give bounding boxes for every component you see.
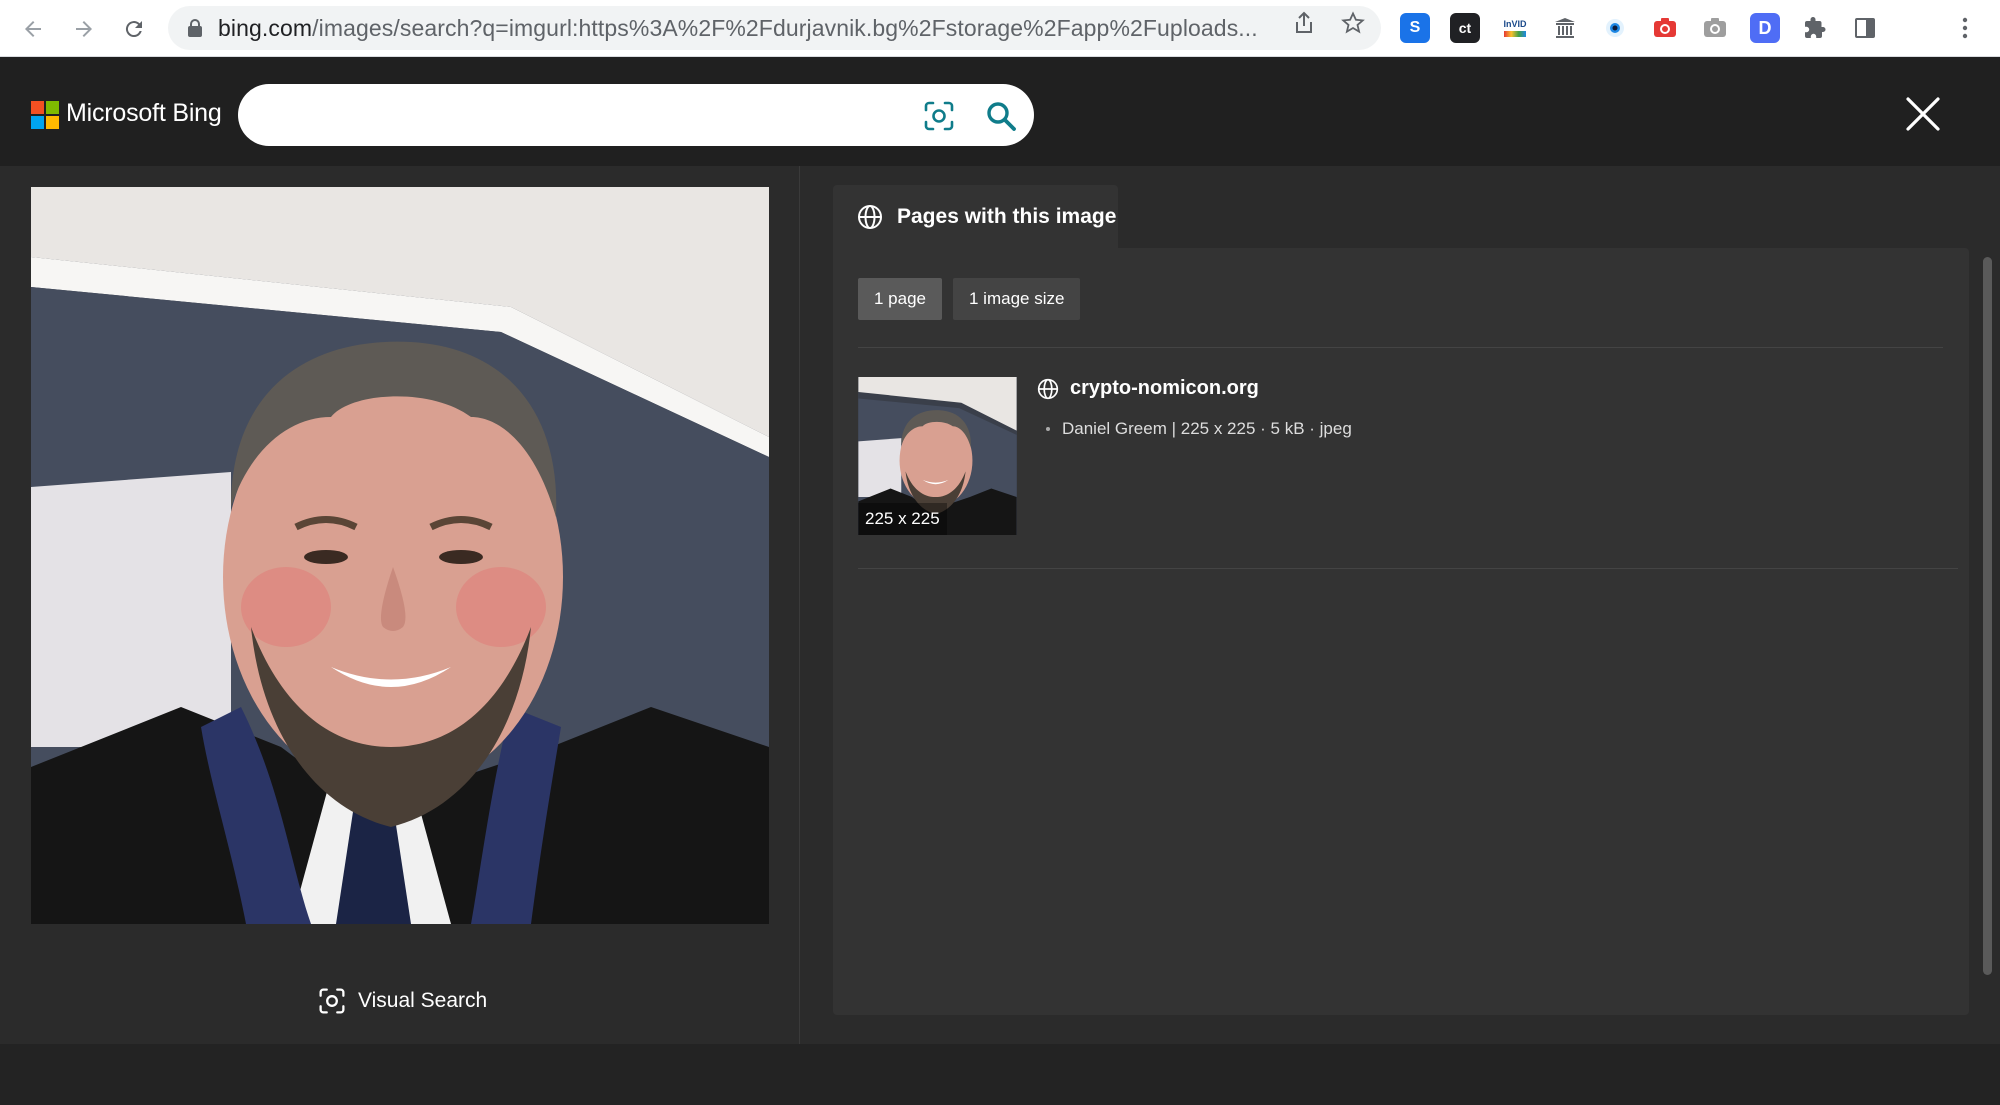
logo-square-green	[46, 101, 59, 114]
image-detail-view: Visual Search Pages with this image 1 pa…	[0, 166, 2000, 1044]
portrait-photo	[31, 187, 769, 924]
results-panel: 1 page 1 image size 225 x 225 crypto-nom…	[833, 248, 1992, 1015]
result-meta-text[interactable]: Daniel Greem | 225 x 225 · 5 kB · jpeg	[1062, 419, 1352, 439]
forward-button[interactable]	[65, 10, 103, 48]
forward-arrow-icon	[76, 21, 92, 37]
results-scrollbar[interactable]	[1983, 257, 1992, 975]
invid-extension-icon[interactable]: InVID	[1500, 13, 1530, 43]
ct-extension-label: ct	[1458, 20, 1472, 36]
result-meta: Daniel Greem | 225 x 225 · 5 kB · jpeg	[1046, 419, 1352, 439]
ct-extension-icon[interactable]: ct	[1450, 13, 1480, 43]
logo-square-yellow	[46, 116, 59, 129]
archive-extension-icon[interactable]	[1550, 13, 1580, 43]
filter-chip-pages[interactable]: 1 page	[858, 278, 942, 320]
image-preview-pane: Visual Search	[0, 166, 800, 1044]
tab-pages-with-this-image[interactable]: Pages with this image	[833, 185, 1118, 248]
query-image[interactable]	[31, 187, 769, 924]
page-footer-strip	[0, 1044, 2000, 1105]
bullet-dot	[1046, 427, 1050, 431]
visual-search-label: Visual Search	[358, 989, 488, 1012]
url-text: bing.com/images/search?q=imgurl:https%3A…	[218, 15, 1278, 42]
address-bar[interactable]: bing.com/images/search?q=imgurl:https%3A…	[168, 6, 1381, 50]
tab-label: Pages with this image	[897, 204, 1117, 228]
url-path: /images/search?q=imgurl:https%3A%2F%2Fdu…	[312, 14, 1258, 41]
results-divider-bottom	[858, 568, 1958, 569]
url-host: bing.com	[218, 14, 313, 41]
visual-search-small-icon	[319, 988, 345, 1014]
camera-red-extension-icon[interactable]	[1650, 13, 1680, 43]
s-extension-icon[interactable]: S	[1400, 13, 1430, 43]
results-pane: Pages with this image 1 page 1 image siz…	[800, 166, 2000, 1044]
close-icon[interactable]	[1904, 95, 1942, 133]
search-box	[238, 84, 1034, 146]
result-site-name: crypto-nomicon.org	[1070, 377, 1259, 399]
reload-button[interactable]	[115, 10, 153, 48]
logo-square-red	[31, 101, 44, 114]
filter-chip-image-sizes[interactable]: 1 image size	[953, 278, 1081, 320]
visual-search-icon[interactable]	[922, 99, 956, 133]
bookmark-star-icon[interactable]	[1339, 9, 1367, 37]
extensions-puzzle-icon[interactable]	[1800, 13, 1830, 43]
invid-extension-label: InVID	[1503, 19, 1527, 29]
s-extension-label: S	[1409, 19, 1421, 36]
eye-extension-icon[interactable]	[1600, 13, 1630, 43]
back-button[interactable]	[14, 10, 52, 48]
visual-search-button[interactable]: Visual Search	[318, 984, 487, 1018]
bing-header: Microsoft Bing	[0, 57, 2000, 166]
back-arrow-icon	[25, 21, 41, 37]
result-site-link[interactable]: crypto-nomicon.org	[1037, 377, 1259, 400]
thumbnail-size-badge: 225 x 225	[858, 503, 947, 535]
search-icon[interactable]	[984, 99, 1018, 133]
d-extension-label: D	[1758, 17, 1772, 38]
microsoft-logo-icon[interactable]	[31, 101, 59, 129]
search-input[interactable]	[268, 96, 908, 134]
browser-toolbar: bing.com/images/search?q=imgurl:https%3A…	[0, 0, 2000, 57]
result-thumbnail[interactable]: 225 x 225	[858, 377, 1017, 535]
share-icon[interactable]	[1290, 9, 1318, 37]
camera-grey-extension-icon[interactable]	[1700, 13, 1730, 43]
d-extension-icon[interactable]: D	[1750, 13, 1780, 43]
browser-menu-icon[interactable]	[1950, 13, 1980, 43]
logo-square-blue	[31, 116, 44, 129]
side-panel-icon[interactable]	[1850, 13, 1880, 43]
bing-brand-name[interactable]: Microsoft Bing	[66, 99, 222, 128]
reload-icon	[125, 21, 142, 38]
invid-color-strip	[1504, 31, 1526, 37]
globe-icon	[1037, 378, 1059, 399]
globe-icon	[858, 204, 882, 229]
lock-icon	[186, 19, 204, 37]
results-divider-top	[858, 347, 1943, 348]
